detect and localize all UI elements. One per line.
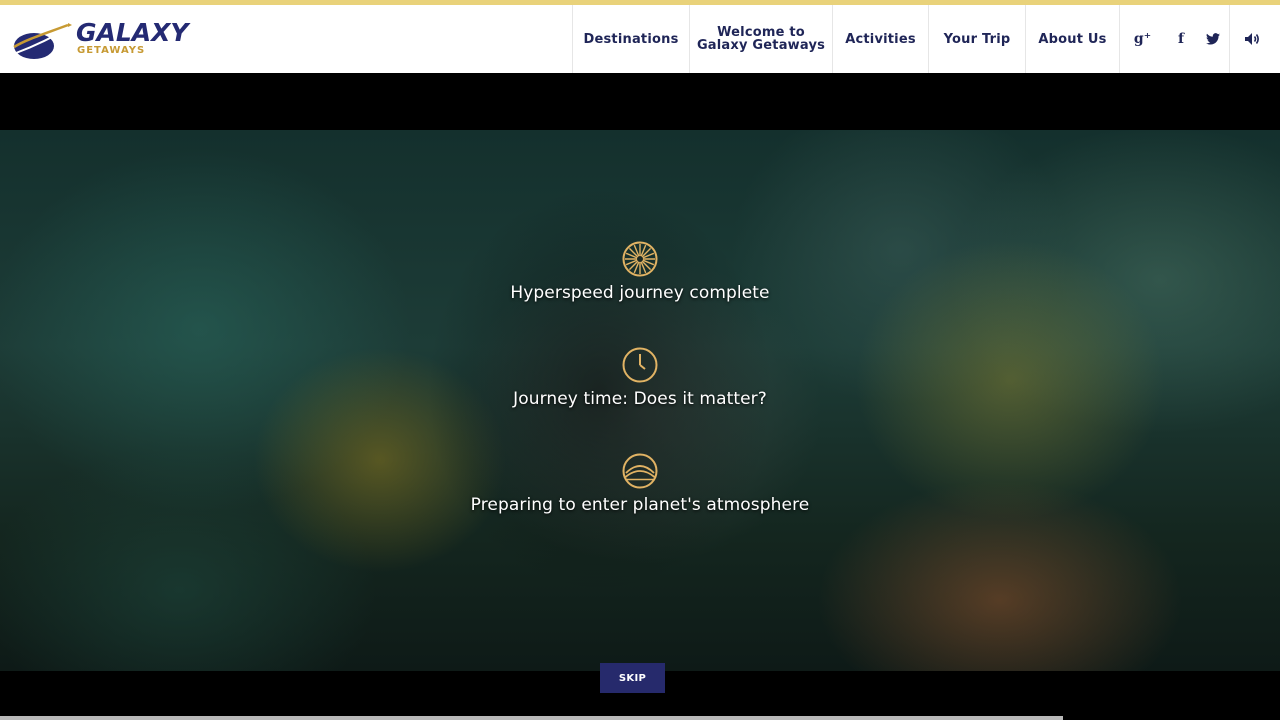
logo-wordmark: GALAXY	[76, 18, 189, 47]
status-atmosphere: Preparing to enter planet's atmosphere	[0, 453, 1280, 515]
site-header: GALAXY GETAWAYS Destinations Welcome to …	[0, 5, 1280, 73]
status-label: Journey time: Does it matter?	[513, 389, 767, 409]
status-label: Hyperspeed journey complete	[510, 283, 770, 303]
twitter-icon	[1206, 33, 1220, 45]
logo-tagline: GETAWAYS	[77, 45, 146, 56]
planet-logo-icon	[13, 23, 72, 59]
main-nav: Destinations Welcome to Galaxy Getaways …	[572, 5, 1273, 73]
galaxy-getaways-logo[interactable]: GALAXY GETAWAYS	[12, 19, 202, 65]
status-label: Preparing to enter planet's atmosphere	[470, 495, 810, 515]
sound-toggle-button[interactable]	[1229, 5, 1273, 73]
skip-button[interactable]: SKIP	[600, 663, 665, 693]
hyperspeed-icon	[622, 241, 658, 277]
intro-stage: Hyperspeed journey complete Journey time…	[0, 73, 1280, 720]
nav-about-us[interactable]: About Us	[1025, 5, 1119, 73]
nav-your-trip[interactable]: Your Trip	[928, 5, 1025, 73]
progress-track	[0, 716, 1063, 720]
nav-welcome[interactable]: Welcome to Galaxy Getaways	[689, 5, 832, 73]
status-hyperspeed: Hyperspeed journey complete	[0, 241, 1280, 303]
nav-destinations[interactable]: Destinations	[572, 5, 689, 73]
status-journey-time: Journey time: Does it matter?	[0, 347, 1280, 409]
google-plus-icon: g⁺	[1133, 31, 1152, 47]
twitter-button[interactable]	[1197, 5, 1229, 73]
facebook-icon: f	[1177, 31, 1185, 47]
facebook-button[interactable]: f	[1165, 5, 1197, 73]
clock-icon	[622, 347, 658, 383]
sound-icon	[1244, 33, 1259, 45]
nav-activities[interactable]: Activities	[832, 5, 928, 73]
atmosphere-icon	[622, 453, 658, 489]
google-plus-button[interactable]: g⁺	[1119, 5, 1165, 73]
